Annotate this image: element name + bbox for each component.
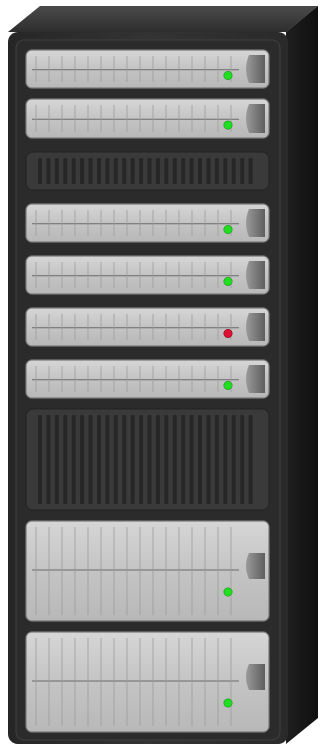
vent-slat [122, 415, 127, 504]
vent-slat [181, 158, 186, 184]
rack-unit-4 [25, 203, 270, 243]
vent-slat [105, 415, 110, 504]
vent-slat [113, 158, 118, 184]
vent-slat [71, 415, 76, 504]
vent-slat [88, 415, 93, 504]
vent-slat [248, 415, 253, 504]
server-handle [246, 664, 265, 690]
server-faceplate [25, 359, 270, 399]
vent-slat [130, 415, 135, 504]
server-faceplate [25, 203, 270, 243]
vent-slat [130, 158, 135, 184]
server-handle [246, 55, 265, 83]
vent-slat [80, 158, 85, 184]
server-faceplate [25, 255, 270, 295]
vent-slat [54, 158, 59, 184]
server-handle [246, 261, 265, 289]
vent-slat [54, 415, 59, 504]
vent-slat [172, 158, 177, 184]
rack-unit-5 [25, 255, 270, 295]
rack-unit-8 [25, 408, 270, 511]
vent-slat [46, 415, 51, 504]
rack-unit-2 [25, 98, 270, 139]
vent-slat [231, 158, 236, 184]
status-led-ok [223, 276, 233, 286]
rack-unit-9 [25, 520, 270, 622]
vent-slat [155, 158, 160, 184]
vent-slat [181, 415, 186, 504]
vent-slat [147, 415, 152, 504]
vent-slat [248, 158, 253, 184]
server-handle [246, 553, 265, 579]
vent-slat [147, 158, 152, 184]
server-faceplate [25, 520, 270, 622]
vent-slat [240, 415, 245, 504]
vent-slat [189, 415, 194, 504]
status-led-fault [223, 328, 233, 338]
status-led-ok [223, 698, 233, 708]
vent-slat [164, 415, 169, 504]
vent-slat [155, 415, 160, 504]
vent-slat [113, 415, 118, 504]
server-faceplate [25, 307, 270, 347]
server-rack-illustration [0, 0, 320, 744]
vent-slat [214, 158, 219, 184]
vent-slat [206, 415, 211, 504]
status-led-ok [223, 120, 233, 130]
status-led-ok [223, 380, 233, 390]
vent-slat [88, 158, 93, 184]
vent-slat [97, 158, 101, 184]
vent-slat [80, 415, 85, 504]
rack-unit-7 [25, 359, 270, 399]
vent-slat [223, 415, 228, 504]
server-handle [246, 104, 265, 133]
server-handle [246, 365, 265, 393]
status-led-ok [223, 587, 233, 597]
server-handle [246, 313, 265, 341]
vent-slat [38, 158, 42, 184]
vent-slat [71, 158, 76, 184]
vent-slat [97, 415, 101, 504]
vent-slat [63, 158, 68, 184]
vent-slat [231, 415, 236, 504]
rack-unit-10 [25, 631, 270, 733]
vent-slat [122, 158, 127, 184]
vent-slat [198, 415, 202, 504]
server-handle [246, 209, 265, 237]
vent-slat [214, 415, 219, 504]
vent-slat [139, 158, 144, 184]
vent-slat [198, 158, 202, 184]
rack-unit-1 [25, 49, 270, 89]
vent-slat [189, 158, 194, 184]
vent-slat [172, 415, 177, 504]
cabinet-side-face [286, 6, 318, 744]
vent-slat [105, 158, 110, 184]
server-faceplate [25, 98, 270, 139]
server-faceplate [25, 49, 270, 89]
server-rack [8, 6, 318, 744]
vent-slat [46, 158, 51, 184]
vent-slat [223, 158, 228, 184]
rack-unit-3 [25, 151, 270, 191]
vent-slat [139, 415, 144, 504]
vent-slat [240, 158, 245, 184]
status-led-ok [223, 71, 233, 81]
vent-slat [206, 158, 211, 184]
vent-slat [63, 415, 68, 504]
cabinet-top-face [8, 6, 318, 32]
server-faceplate [25, 631, 270, 733]
vent-slat [38, 415, 42, 504]
rack-unit-6 [25, 307, 270, 347]
vent-slat [164, 158, 169, 184]
status-led-ok [223, 225, 233, 235]
